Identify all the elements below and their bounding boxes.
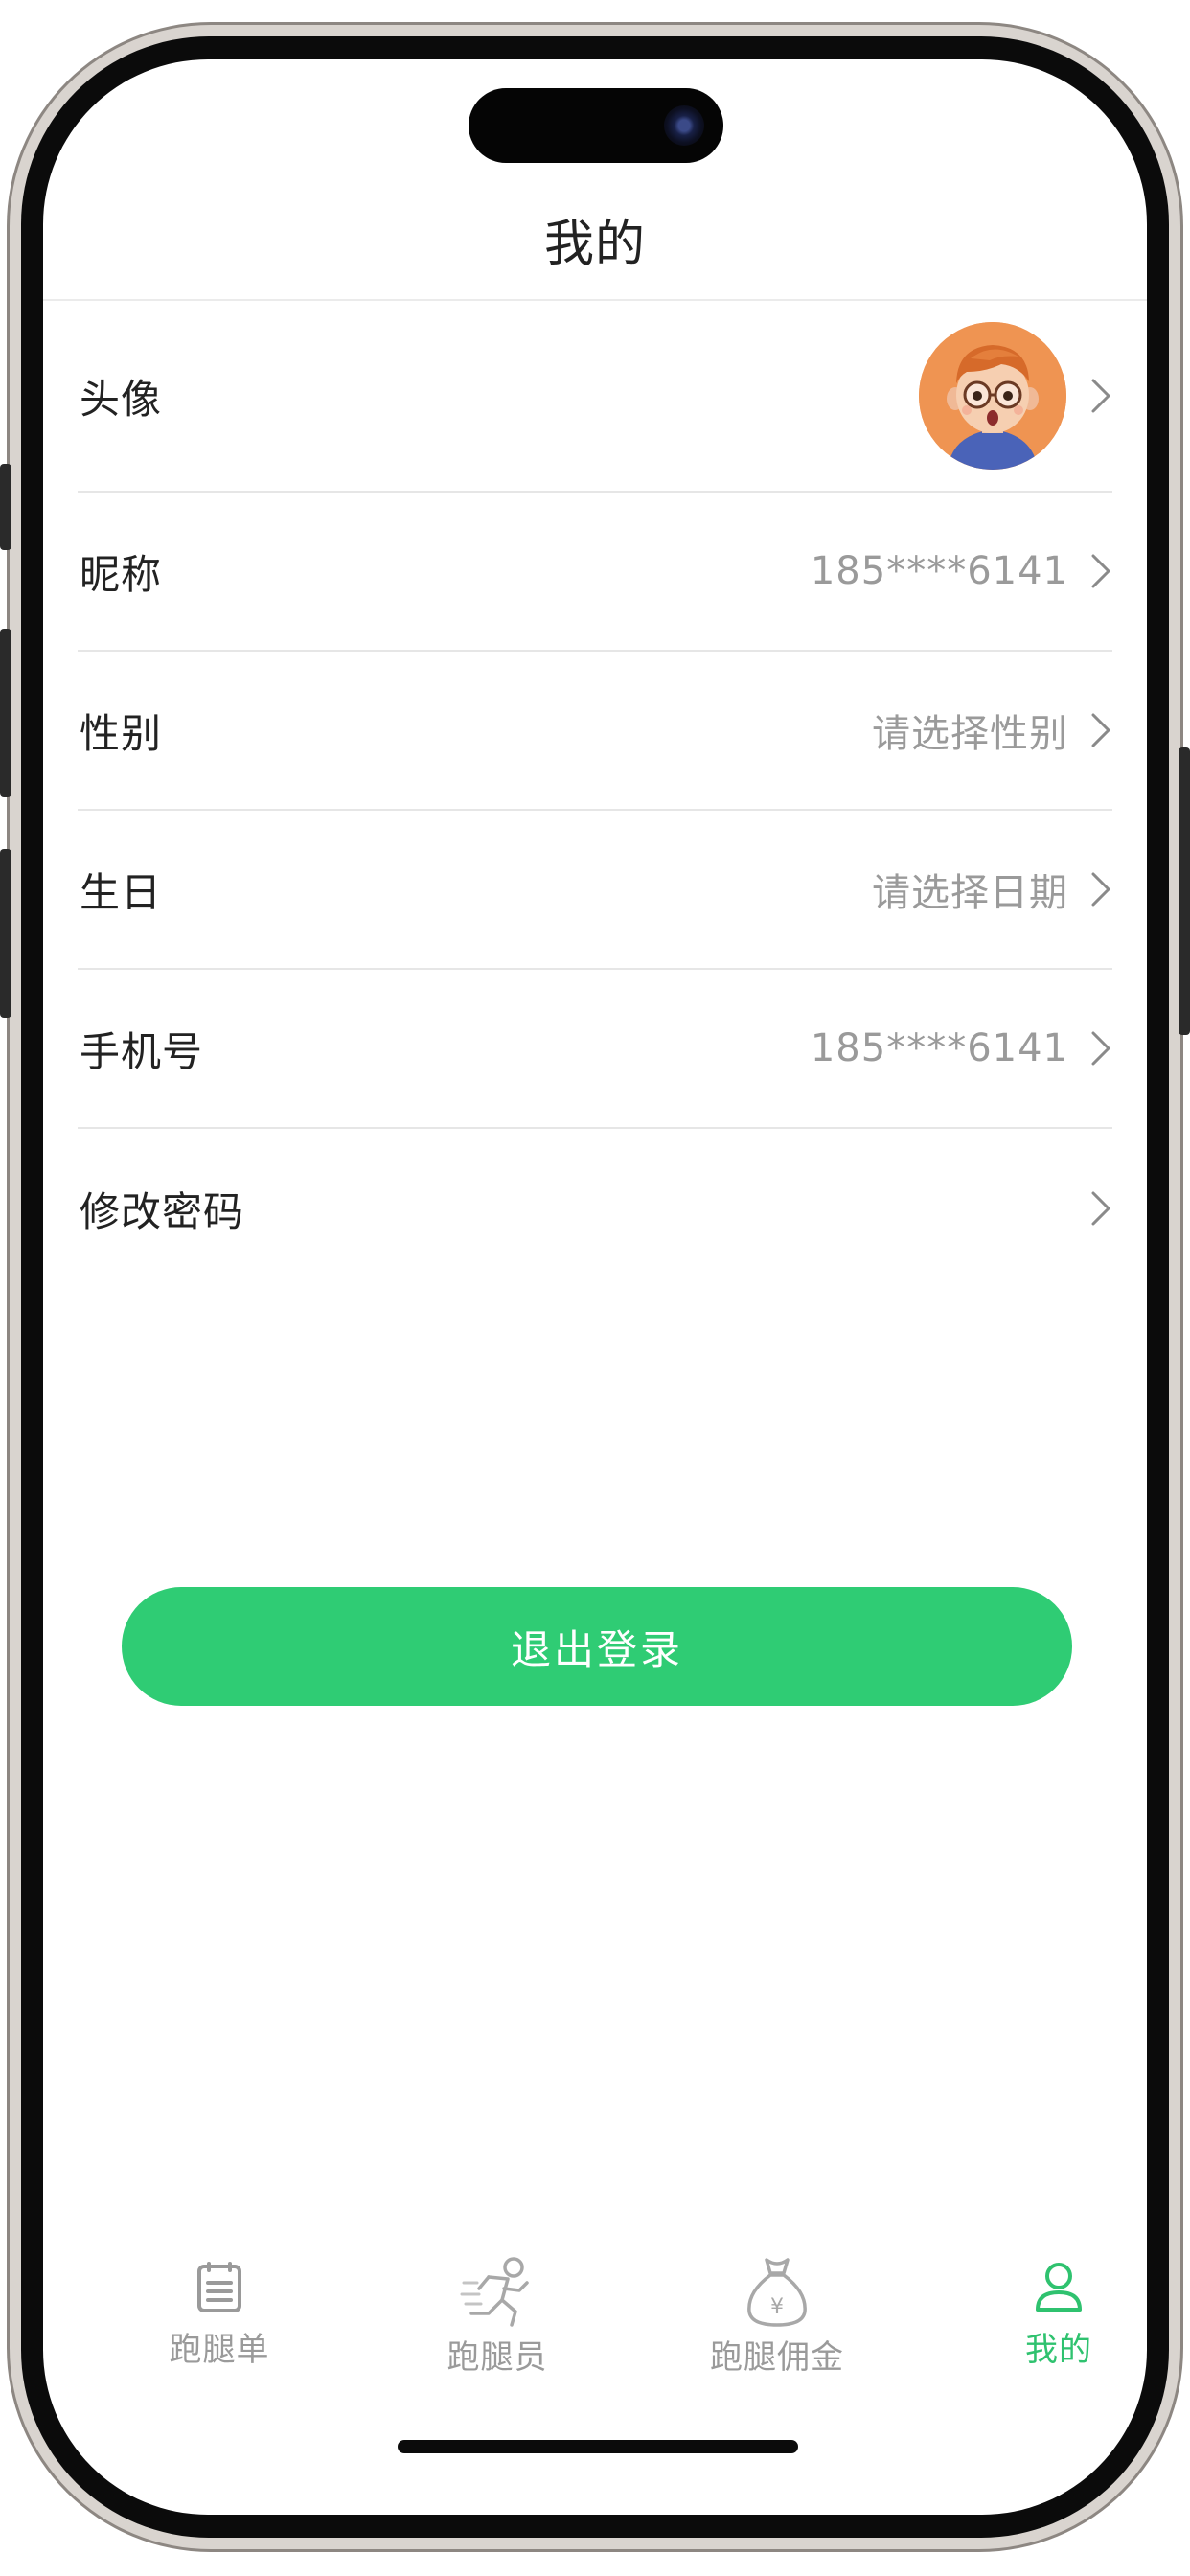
tab-commission[interactable]: ¥ 跑腿佣金 — [672, 2254, 882, 2378]
tab-orders-label: 跑腿单 — [169, 2331, 270, 2369]
avatar-label: 头像 — [80, 375, 163, 423]
birthday-row[interactable]: 生日 请选择日期 — [78, 811, 1112, 970]
logout-button[interactable]: 退出登录 — [122, 1587, 1072, 1706]
birthday-value: 请选择日期 — [872, 871, 1068, 915]
tab-commission-label: 跑腿佣金 — [710, 2338, 844, 2377]
nickname-label: 昵称 — [80, 550, 163, 598]
avatar-row[interactable]: 头像 — [78, 301, 1112, 493]
dynamic-island — [469, 88, 723, 163]
runner-icon — [460, 2257, 529, 2327]
birthday-label: 生日 — [80, 868, 163, 916]
tab-mine[interactable]: 我的 — [953, 2260, 1147, 2370]
tab-runners[interactable]: 跑腿员 — [392, 2254, 603, 2378]
avatar[interactable] — [919, 322, 1066, 470]
page-title: 我的 — [543, 216, 646, 273]
money-bag-icon: ¥ — [747, 2258, 807, 2327]
volume-up-button — [0, 629, 11, 797]
tab-orders[interactable]: 跑腿单 — [114, 2260, 325, 2370]
tab-bar: 跑腿单 跑腿员 ¥ 跑腿佣金 我的 — [43, 2254, 1147, 2407]
chevron-right-icon — [1091, 872, 1110, 907]
home-indicator — [398, 2440, 798, 2453]
nickname-row[interactable]: 昵称 185****6141 — [78, 493, 1112, 652]
chevron-right-icon — [1091, 1031, 1110, 1066]
change-password-row[interactable]: 修改密码 — [78, 1129, 1112, 1288]
phone-row[interactable]: 手机号 185****6141 — [78, 970, 1112, 1129]
phone-value: 185****6141 — [810, 1026, 1068, 1070]
chevron-right-icon — [1091, 713, 1110, 748]
chevron-right-icon — [1091, 554, 1110, 588]
power-button — [1179, 748, 1190, 1035]
camera-icon — [664, 105, 704, 146]
phone-label: 手机号 — [80, 1027, 204, 1075]
change-password-label: 修改密码 — [80, 1187, 245, 1235]
chevron-right-icon — [1091, 379, 1110, 413]
gender-value: 请选择性别 — [872, 712, 1068, 756]
chevron-right-icon — [1091, 1191, 1110, 1226]
person-icon — [1036, 2263, 1082, 2312]
svg-text:¥: ¥ — [770, 2295, 784, 2319]
app-screen: 我的 头像 昵称 185****6141 性别 请选择性别 生日 请选择日期 手… — [43, 59, 1147, 2515]
gender-row[interactable]: 性别 请选择性别 — [78, 652, 1112, 811]
profile-list: 头像 昵称 185****6141 性别 请选择性别 生日 请选择日期 手机号 … — [43, 301, 1147, 1288]
order-list-icon — [197, 2262, 241, 2312]
nickname-value: 185****6141 — [810, 549, 1068, 593]
silent-switch — [0, 464, 11, 550]
gender-label: 性别 — [80, 709, 163, 757]
volume-down-button — [0, 849, 11, 1018]
tab-mine-label: 我的 — [1025, 2331, 1092, 2369]
tab-runners-label: 跑腿员 — [446, 2338, 548, 2377]
